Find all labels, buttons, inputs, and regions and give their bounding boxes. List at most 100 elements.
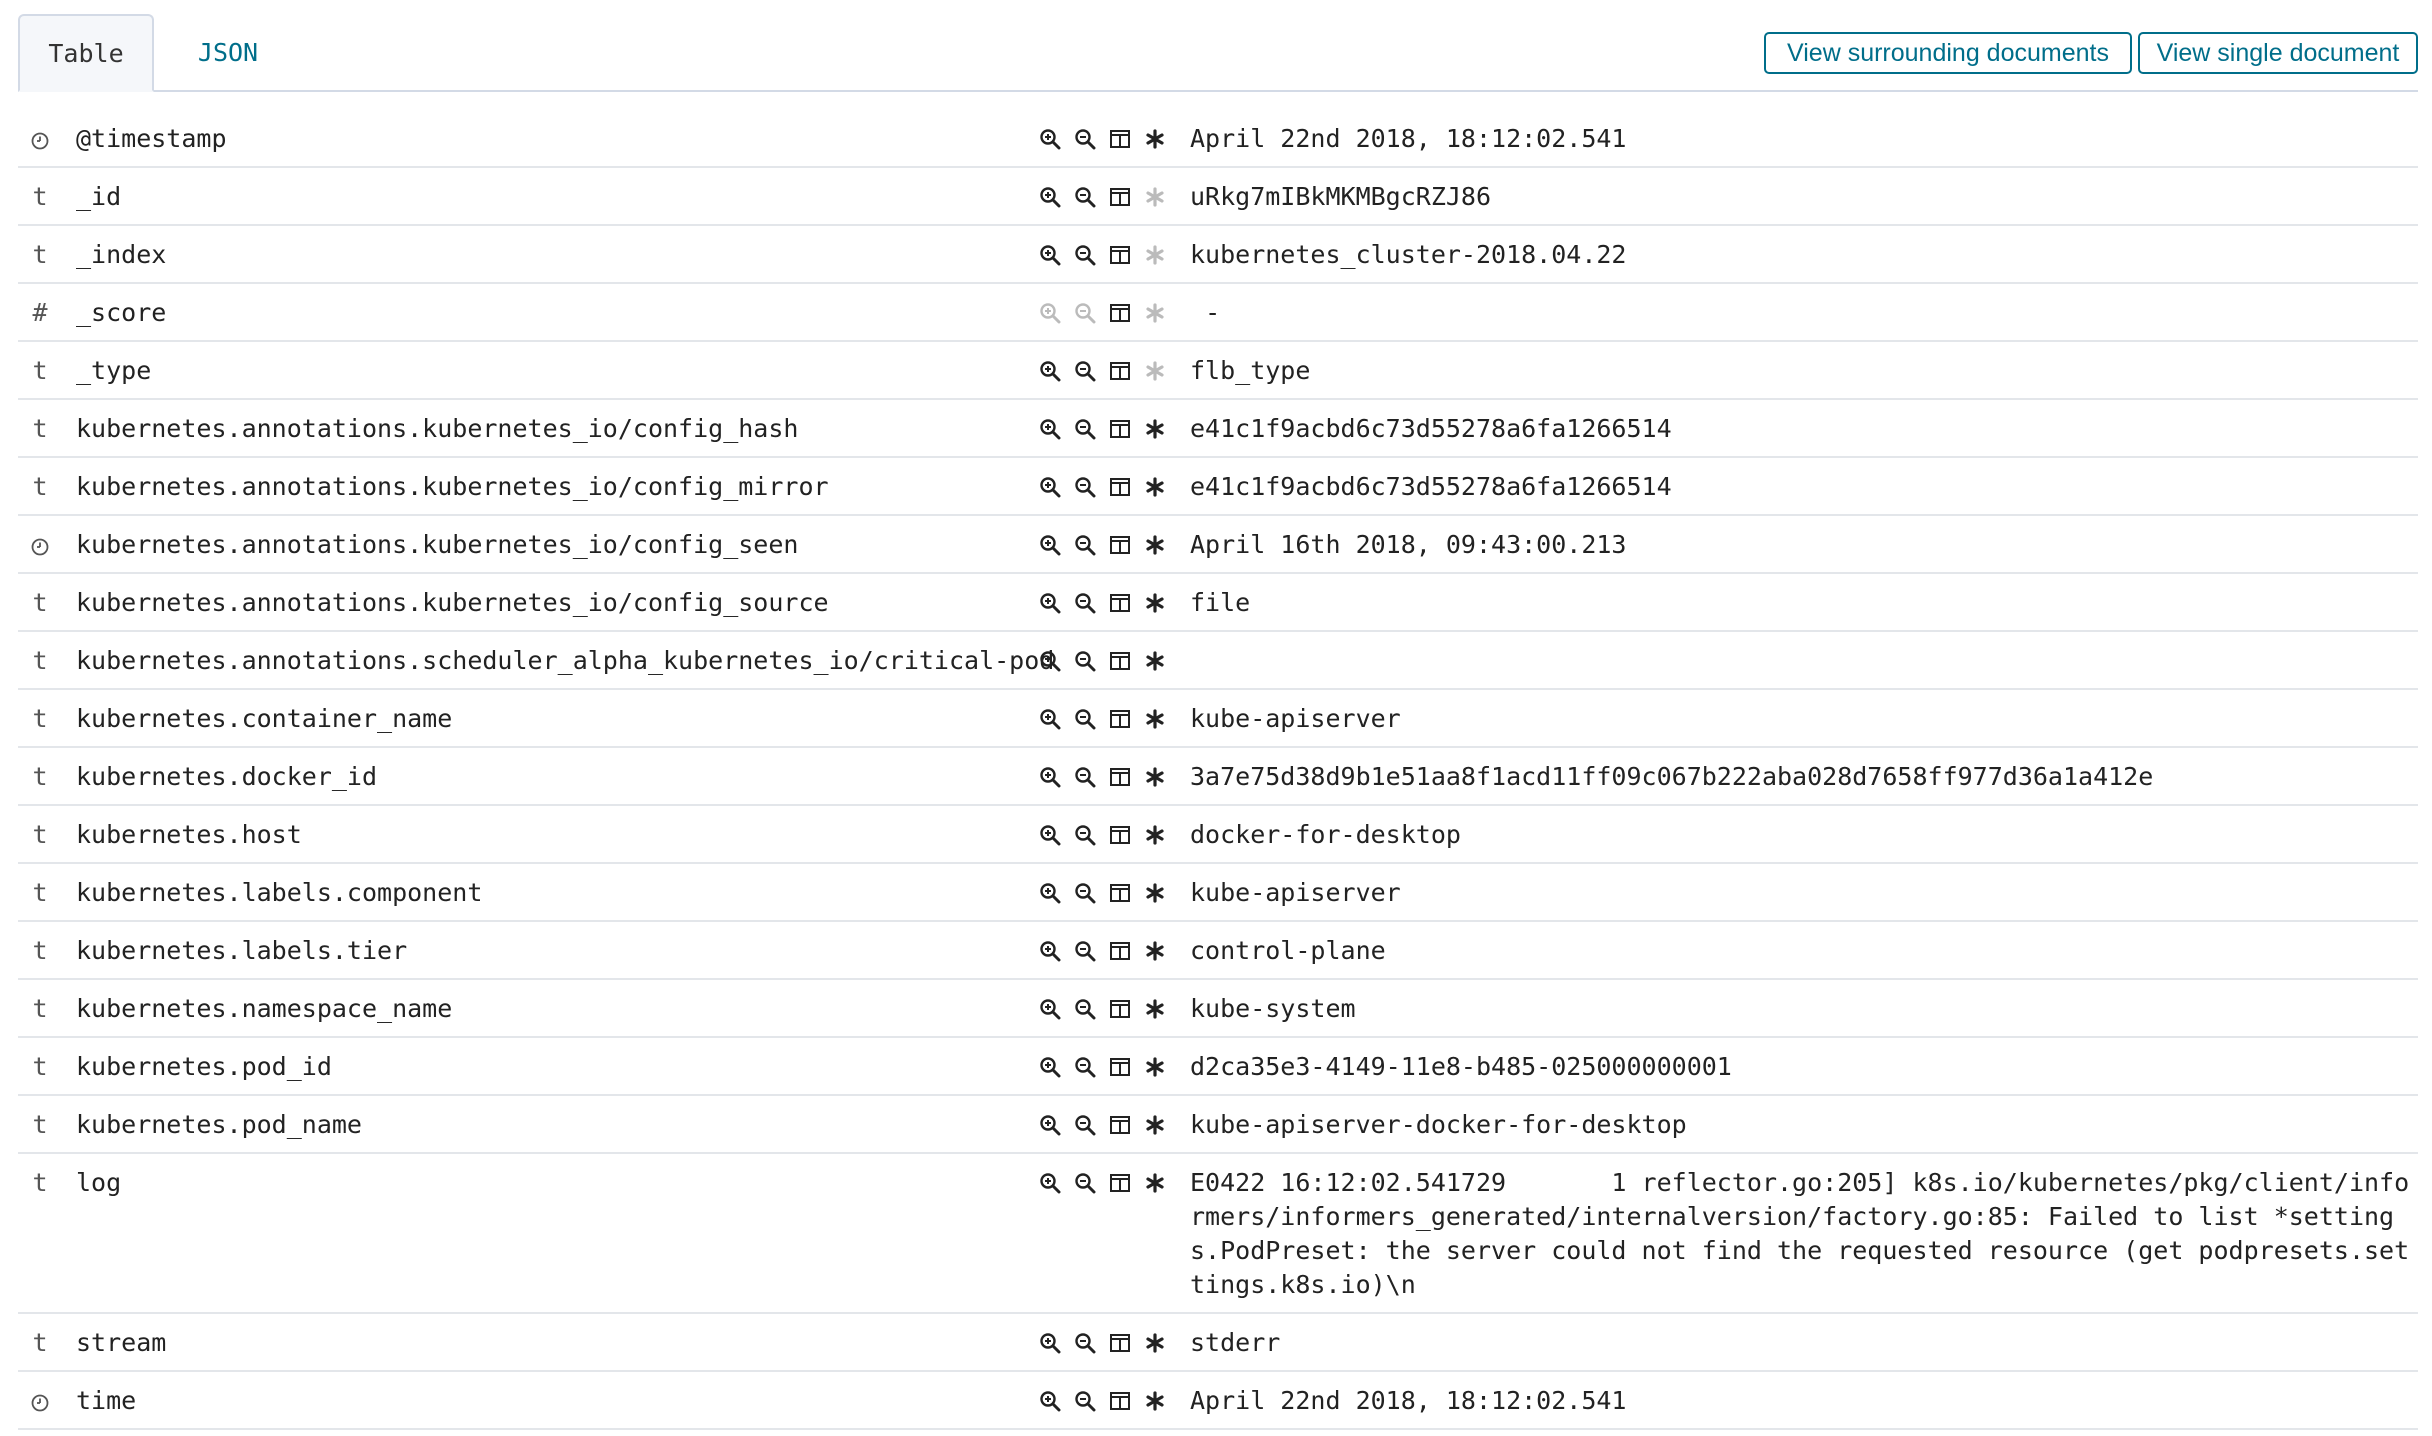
- toggle-column-icon[interactable]: [1102, 992, 1137, 1026]
- toggle-column-icon[interactable]: [1102, 818, 1137, 852]
- filter-exists-icon[interactable]: [1137, 760, 1172, 794]
- filter-out-value-icon[interactable]: [1067, 238, 1102, 272]
- view-single-document-button[interactable]: View single document: [2138, 32, 2418, 74]
- filter-for-value-icon[interactable]: [1032, 586, 1067, 620]
- filter-for-value-icon[interactable]: [1032, 470, 1067, 504]
- filter-exists-icon[interactable]: [1137, 238, 1172, 272]
- filter-out-value-icon[interactable]: [1067, 992, 1102, 1026]
- toggle-column-icon[interactable]: [1102, 470, 1137, 504]
- filter-out-value-icon[interactable]: [1067, 818, 1102, 852]
- filter-for-value-icon[interactable]: [1032, 180, 1067, 214]
- filter-exists-icon[interactable]: [1137, 296, 1172, 330]
- filter-exists-icon[interactable]: [1137, 1108, 1172, 1142]
- filter-out-value-icon[interactable]: [1067, 934, 1102, 968]
- filter-for-value-icon[interactable]: [1032, 876, 1067, 910]
- filter-exists-icon[interactable]: [1137, 1050, 1172, 1084]
- filter-for-value-icon[interactable]: [1032, 296, 1067, 330]
- filter-for-value-icon[interactable]: [1032, 528, 1067, 562]
- toggle-column-icon[interactable]: [1102, 412, 1137, 446]
- table-row: t kubernetes.annotations.kubernetes_io/co…: [18, 458, 2418, 516]
- toggle-column-icon[interactable]: [1102, 296, 1137, 330]
- filter-for-value-icon[interactable]: [1032, 354, 1067, 388]
- string-type-icon: t: [32, 240, 48, 269]
- filter-for-value-icon[interactable]: [1032, 760, 1067, 794]
- filter-exists-icon[interactable]: [1137, 818, 1172, 852]
- toggle-column-icon[interactable]: [1102, 586, 1137, 620]
- filter-exists-icon[interactable]: [1137, 528, 1172, 562]
- table-row: kubernetes.annotations.kubernetes_io/con…: [18, 516, 2418, 574]
- filter-out-value-icon[interactable]: [1067, 470, 1102, 504]
- filter-out-value-icon[interactable]: [1067, 528, 1102, 562]
- filter-out-value-icon[interactable]: [1067, 180, 1102, 214]
- toggle-column-icon[interactable]: [1102, 1326, 1137, 1360]
- filter-out-value-icon[interactable]: [1067, 1384, 1102, 1418]
- filter-exists-icon[interactable]: [1137, 876, 1172, 910]
- filter-exists-icon[interactable]: [1137, 470, 1172, 504]
- filter-exists-icon[interactable]: [1137, 1166, 1172, 1200]
- toggle-column-icon[interactable]: [1102, 238, 1137, 272]
- filter-for-value-icon[interactable]: [1032, 238, 1067, 272]
- tab-table[interactable]: Table: [18, 14, 154, 92]
- toggle-column-icon[interactable]: [1102, 876, 1137, 910]
- filter-out-value-icon[interactable]: [1067, 644, 1102, 678]
- field-value: 3a7e75d38d9b1e51aa8f1acd11ff09c067b222ab…: [1190, 762, 2154, 791]
- filter-out-value-icon[interactable]: [1067, 412, 1102, 446]
- filter-out-value-icon[interactable]: [1067, 586, 1102, 620]
- toggle-column-icon[interactable]: [1102, 1108, 1137, 1142]
- field-actions: [1032, 876, 1172, 910]
- filter-exists-icon[interactable]: [1137, 122, 1172, 156]
- string-type-icon: t: [32, 878, 48, 907]
- filter-out-value-icon[interactable]: [1067, 1108, 1102, 1142]
- toggle-column-icon[interactable]: [1102, 122, 1137, 156]
- filter-for-value-icon[interactable]: [1032, 1326, 1067, 1360]
- filter-out-value-icon[interactable]: [1067, 702, 1102, 736]
- filter-for-value-icon[interactable]: [1032, 1166, 1067, 1200]
- toggle-column-icon[interactable]: [1102, 354, 1137, 388]
- filter-exists-icon[interactable]: [1137, 702, 1172, 736]
- field-value: e41c1f9acbd6c73d55278a6fa1266514: [1190, 414, 1672, 443]
- filter-exists-icon[interactable]: [1137, 412, 1172, 446]
- filter-exists-icon[interactable]: [1137, 992, 1172, 1026]
- filter-for-value-icon[interactable]: [1032, 1108, 1067, 1142]
- filter-exists-icon[interactable]: [1137, 180, 1172, 214]
- filter-exists-icon[interactable]: [1137, 1384, 1172, 1418]
- filter-out-value-icon[interactable]: [1067, 876, 1102, 910]
- filter-exists-icon[interactable]: [1137, 586, 1172, 620]
- toggle-column-icon[interactable]: [1102, 1050, 1137, 1084]
- filter-for-value-icon[interactable]: [1032, 702, 1067, 736]
- filter-out-value-icon[interactable]: [1067, 1050, 1102, 1084]
- table-row: t kubernetes.container_name kube-apiserver: [18, 690, 2418, 748]
- filter-for-value-icon[interactable]: [1032, 818, 1067, 852]
- filter-out-value-icon[interactable]: [1067, 122, 1102, 156]
- filter-exists-icon[interactable]: [1137, 1326, 1172, 1360]
- filter-exists-icon[interactable]: [1137, 644, 1172, 678]
- filter-for-value-icon[interactable]: [1032, 1384, 1067, 1418]
- toggle-column-icon[interactable]: [1102, 934, 1137, 968]
- filter-out-value-icon[interactable]: [1067, 1166, 1102, 1200]
- toggle-column-icon[interactable]: [1102, 702, 1137, 736]
- filter-for-value-icon[interactable]: [1032, 412, 1067, 446]
- toggle-column-icon[interactable]: [1102, 760, 1137, 794]
- filter-out-value-icon[interactable]: [1067, 760, 1102, 794]
- view-surrounding-documents-button[interactable]: View surrounding documents: [1764, 32, 2132, 74]
- toggle-column-icon[interactable]: [1102, 644, 1137, 678]
- toggle-column-icon[interactable]: [1102, 1384, 1137, 1418]
- toggle-column-icon[interactable]: [1102, 180, 1137, 214]
- field-name: kubernetes.annotations.scheduler_alpha_k…: [76, 646, 1055, 675]
- toggle-column-icon[interactable]: [1102, 528, 1137, 562]
- doc-viewer-header: Table JSON View surrounding documents Vi…: [18, 14, 2418, 92]
- filter-for-value-icon[interactable]: [1032, 1050, 1067, 1084]
- filter-for-value-icon[interactable]: [1032, 992, 1067, 1026]
- field-value: kube-apiserver: [1190, 704, 1401, 733]
- filter-exists-icon[interactable]: [1137, 934, 1172, 968]
- tab-json[interactable]: JSON: [168, 14, 288, 90]
- toggle-column-icon[interactable]: [1102, 1166, 1137, 1200]
- filter-out-value-icon[interactable]: [1067, 354, 1102, 388]
- filter-for-value-icon[interactable]: [1032, 644, 1067, 678]
- filter-exists-icon[interactable]: [1137, 354, 1172, 388]
- filter-out-value-icon[interactable]: [1067, 296, 1102, 330]
- filter-for-value-icon[interactable]: [1032, 934, 1067, 968]
- field-actions: [1032, 412, 1172, 446]
- filter-out-value-icon[interactable]: [1067, 1326, 1102, 1360]
- filter-for-value-icon[interactable]: [1032, 122, 1067, 156]
